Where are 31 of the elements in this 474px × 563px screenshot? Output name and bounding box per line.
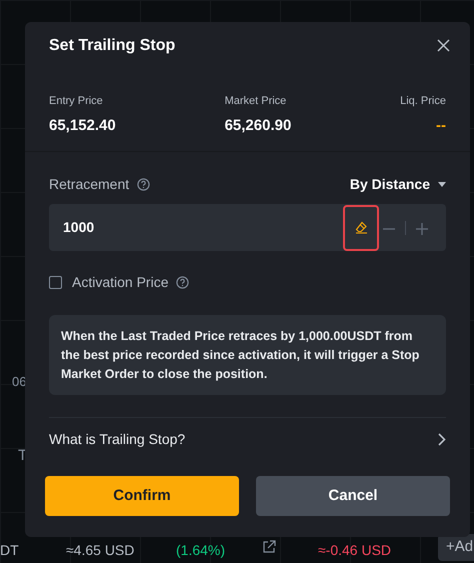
help-icon[interactable]	[137, 178, 150, 191]
stat-value: --	[436, 116, 446, 136]
stat-label: Liq. Price	[400, 94, 446, 109]
checkbox[interactable]	[49, 276, 62, 289]
confirm-button[interactable]: Confirm	[45, 476, 239, 516]
close-button[interactable]	[437, 38, 450, 54]
help-link[interactable]: What is Trailing Stop?	[49, 428, 186, 450]
price-text: ≈-0.46 USD	[318, 541, 392, 560]
input-field[interactable]: 1000	[49, 204, 446, 251]
stat-label: Market Price	[224, 94, 288, 109]
caret-icon	[438, 182, 446, 188]
dialog-title: Set Trailing Stop	[49, 36, 176, 56]
help-icon[interactable]	[176, 276, 190, 289]
mode-dropdown[interactable]: By Distance	[350, 174, 446, 195]
price-text: ≈4.65 USD	[66, 541, 134, 560]
input-text[interactable]: 1000	[61, 216, 343, 239]
clear-button[interactable]	[343, 204, 379, 250]
add-button[interactable]: +Ad	[438, 534, 474, 560]
chevron-right-icon[interactable]	[438, 432, 446, 446]
stat-value: 65,260.90	[224, 116, 292, 136]
external-link-icon[interactable]	[262, 540, 276, 554]
eraser-icon	[354, 221, 368, 234]
stat-value: 65,152.40	[49, 116, 117, 136]
cancel-button[interactable]: Cancel	[256, 476, 450, 516]
plus-icon	[416, 222, 428, 235]
stat-label: Entry Price	[49, 94, 104, 109]
checkbox-label: Activation Price	[72, 273, 168, 292]
price-text: (1.64%)	[176, 541, 226, 560]
info-text: When the Last Traded Price retraces by 1,000.00USDT from the best price recorded since activation, it will trigger a Stop Market Order to close the position.	[49, 315, 446, 396]
field-label: Retracement	[49, 175, 130, 194]
price-text: DT	[0, 541, 19, 560]
